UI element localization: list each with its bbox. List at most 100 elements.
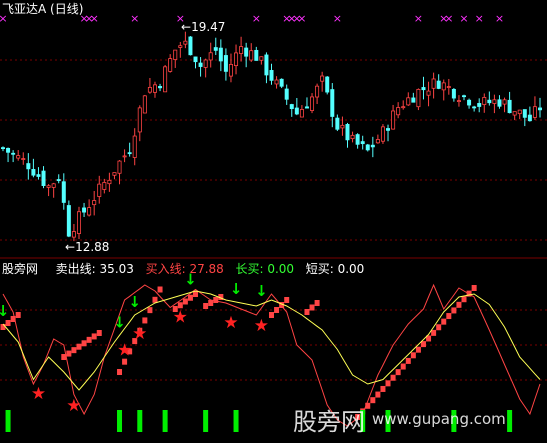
candle-up: [406, 97, 411, 106]
price-panel[interactable]: [0, 31, 543, 242]
buy-block: [471, 285, 477, 291]
candle-up: [259, 56, 264, 61]
buy-block: [213, 297, 219, 303]
candle-up: [147, 86, 152, 93]
buy-block: [395, 369, 401, 376]
stock-name: 飞亚达A: [2, 2, 47, 16]
candle-down: [365, 144, 370, 151]
candle-down: [472, 106, 477, 109]
candle-down: [355, 134, 360, 145]
x-marker-icon: ×: [130, 12, 139, 25]
candle-down: [487, 99, 492, 104]
candle-down: [127, 152, 132, 155]
candle-up: [168, 58, 173, 72]
candle-down: [304, 106, 309, 109]
candle-down: [497, 99, 502, 107]
short-buy-value: 0.00: [337, 262, 365, 276]
long-buy-label: 长买:: [235, 262, 264, 276]
candle-down: [330, 89, 335, 117]
candle-down: [254, 49, 259, 61]
candle-down: [36, 174, 41, 177]
candle-up: [173, 49, 178, 60]
candle-down: [213, 47, 218, 51]
candle-up: [117, 160, 122, 174]
candle-up: [122, 155, 127, 158]
candle-up: [112, 172, 117, 176]
candle-up: [310, 96, 315, 111]
candle-down: [193, 56, 198, 63]
long-buy-bar: [5, 410, 11, 432]
candle-down: [223, 55, 228, 72]
candle-up: [482, 97, 487, 105]
candle-down: [467, 99, 472, 106]
buy-block: [86, 336, 92, 343]
candle-up: [132, 135, 137, 158]
candle-up: [178, 45, 183, 48]
candle-up: [163, 66, 168, 93]
buy-block: [415, 346, 421, 353]
long-buy-bar: [162, 410, 168, 432]
candle-up: [21, 158, 26, 160]
buy-block: [400, 363, 406, 370]
star-icon: ★: [31, 384, 46, 404]
sell-line-label: 卖出线:: [55, 262, 96, 276]
star-icon: ★: [173, 308, 188, 328]
candle-up: [391, 110, 396, 130]
buy-block: [157, 286, 163, 293]
candle-down: [0, 147, 6, 150]
buy-block: [451, 307, 457, 314]
x-marker-icon: ×: [297, 12, 306, 25]
buy-block: [142, 317, 148, 324]
candle-down: [527, 114, 532, 122]
candle-up: [46, 185, 51, 188]
x-marker-icon: ×: [252, 12, 261, 25]
candle-up: [320, 75, 325, 82]
candle-up: [239, 46, 244, 54]
buy-block: [420, 341, 426, 348]
candle-up: [249, 50, 254, 61]
long-buy-bar: [233, 410, 239, 432]
candle-up: [102, 182, 107, 190]
candle-up: [431, 78, 436, 89]
x-marker-icon: ×: [475, 12, 484, 25]
candle-up: [380, 126, 385, 142]
candle-down: [360, 141, 365, 145]
candle-down: [31, 169, 36, 176]
long-buy-bar: [203, 410, 209, 432]
short-buy-label: 短买:: [305, 262, 334, 276]
buy-block: [375, 391, 381, 398]
candle-down: [289, 104, 294, 110]
long-buy-bar: [507, 410, 513, 432]
candle-up: [152, 84, 157, 93]
candle-down: [522, 109, 527, 118]
buy-block: [208, 300, 214, 306]
candle-down: [477, 103, 482, 107]
candle-down: [386, 128, 391, 131]
x-marker-icon: ×: [444, 12, 453, 25]
buy-block: [152, 296, 158, 303]
buy-block: [0, 324, 6, 330]
stock-chart[interactable]: × ××× × × × ×××× × × ×× × × × ★★★★★ ★ ★↓↓↓↓↓ ↓: [0, 0, 547, 443]
candle-up: [502, 99, 507, 105]
candle-up: [375, 139, 380, 144]
candle-up: [203, 59, 208, 68]
down-arrow-icon: ↓: [113, 313, 126, 331]
candle-down: [198, 62, 203, 67]
candle-up: [87, 207, 92, 216]
buy-block: [182, 298, 188, 305]
candle-down: [325, 76, 330, 93]
buy-block: [15, 312, 21, 318]
buy-block: [370, 397, 376, 404]
buy-block: [431, 329, 437, 336]
indicator-panel[interactable]: ★★★★★ ★ ★↓↓↓↓↓ ↓: [0, 271, 541, 433]
candle-down: [61, 181, 66, 203]
candle-up: [532, 106, 537, 118]
buy-block: [117, 369, 123, 375]
long-buy-bar: [117, 410, 123, 432]
candle-down: [11, 152, 16, 155]
candle-up: [228, 64, 233, 77]
x-marker-icon: ×: [333, 12, 342, 25]
candle-down: [538, 107, 543, 111]
candle-down: [82, 207, 87, 213]
x-marker-icon: ×: [495, 12, 504, 25]
